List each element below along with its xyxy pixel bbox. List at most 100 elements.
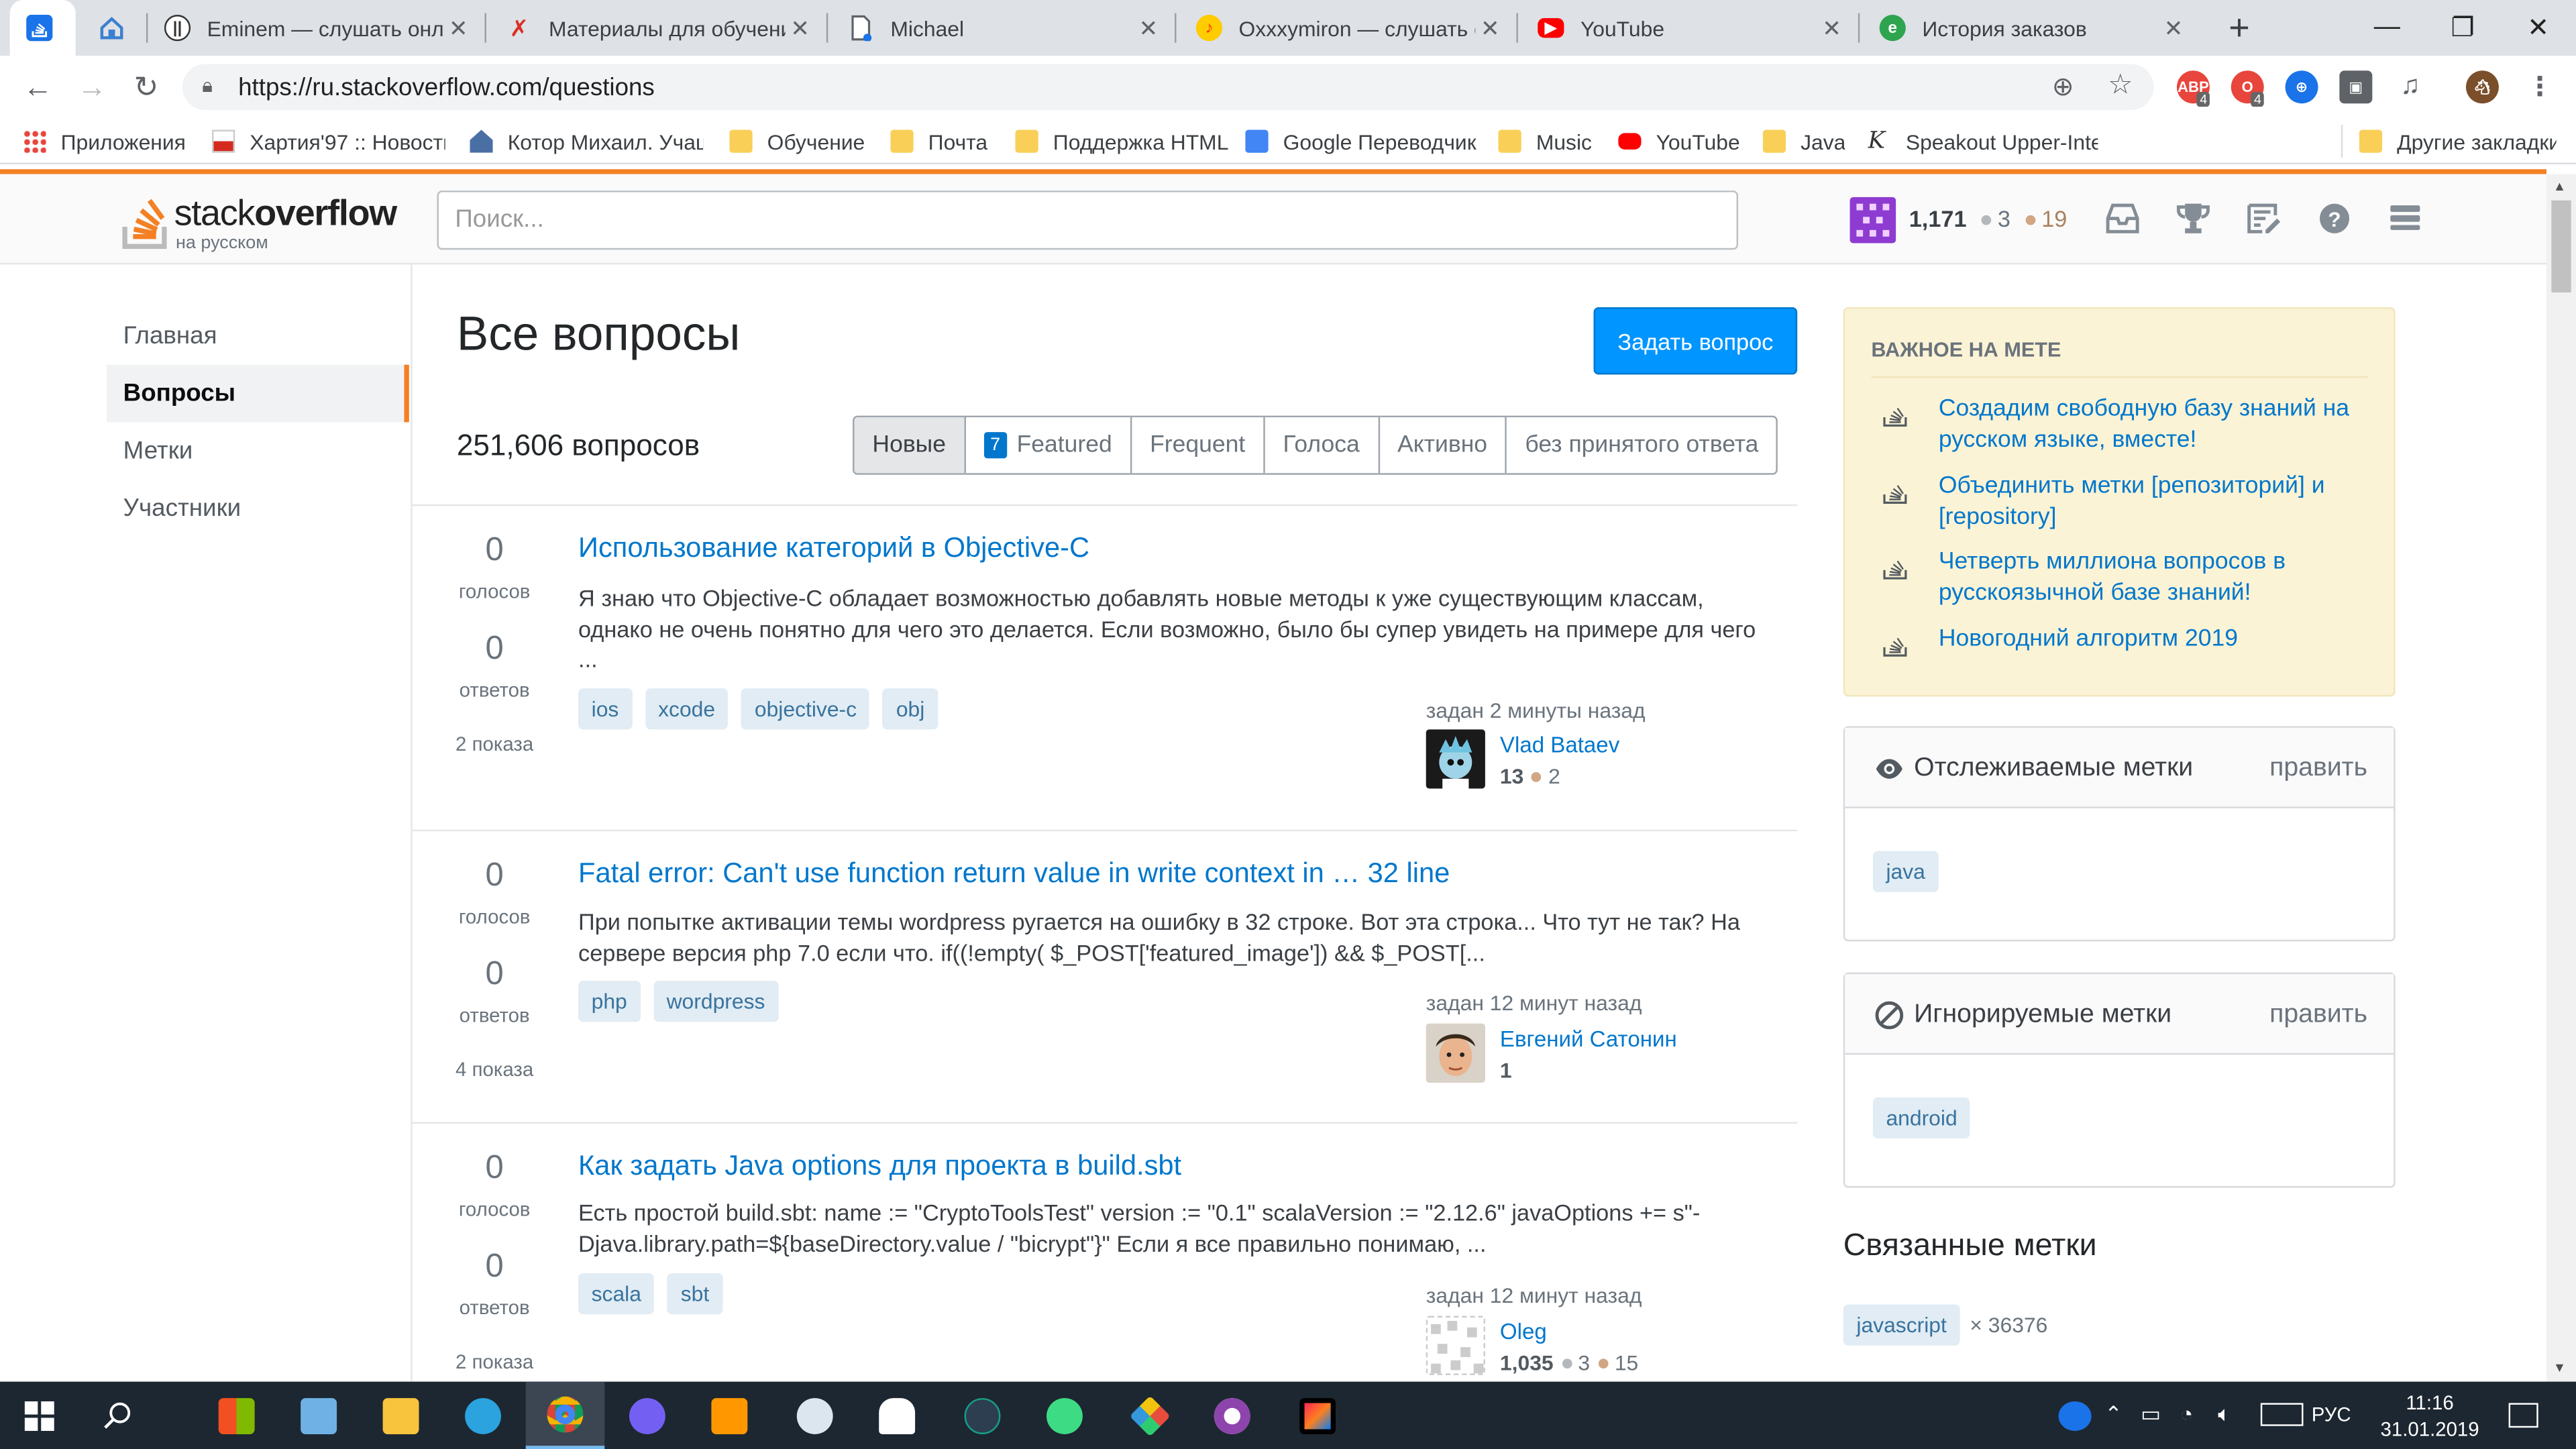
user-name[interactable]: Евгений Сатонин — [1500, 1027, 1677, 1052]
site-switcher-icon[interactable] — [2385, 199, 2425, 238]
bookmark-youtube[interactable]: YouTube — [1618, 127, 1741, 156]
tag[interactable]: ios — [578, 688, 632, 730]
taskbar-3d[interactable] — [279, 1382, 358, 1449]
tab-eminem[interactable]: || Eminem — слушать онлайн ✕ — [148, 0, 486, 56]
bookmark-kotor[interactable]: Котор Михаил. Учащ... — [470, 127, 703, 156]
taskbar-app-hand[interactable] — [857, 1382, 936, 1449]
menu-kebab-icon[interactable]: ⋮ — [2524, 70, 2557, 103]
close-tab-icon[interactable]: ✕ — [2159, 14, 2188, 42]
nav-home[interactable]: Главная — [107, 307, 409, 365]
taskbar-store[interactable] — [197, 1382, 276, 1449]
bookmark-folder-pochta[interactable]: Почта — [890, 127, 1005, 156]
taskbar-telegram[interactable] — [443, 1382, 523, 1449]
user-avatar[interactable] — [1426, 1023, 1485, 1083]
bookmark-folder-java[interactable]: Java — [1762, 127, 1845, 156]
tag[interactable]: javascript — [1843, 1304, 1960, 1346]
help-icon[interactable]: ? — [2315, 199, 2355, 238]
taskbar-app-cloud[interactable] — [775, 1382, 855, 1449]
search-input[interactable]: Поиск... — [437, 191, 1739, 250]
meta-item[interactable]: Четверть миллиона вопросов в русскоязычн… — [1939, 547, 2369, 608]
user-avatar[interactable] — [1849, 197, 1896, 244]
bookmark-speakout[interactable]: K Speakout Upper-Inter... — [1868, 127, 2098, 156]
volume-icon[interactable]: 🔈︎ — [2218, 1401, 2231, 1428]
filter-votes[interactable]: Голоса — [1263, 417, 1378, 474]
achievements-trophy-icon[interactable] — [2174, 199, 2213, 238]
vpn-globe-icon[interactable]: ⊕ — [2285, 70, 2318, 104]
meta-item[interactable]: Новогодний алгоритм 2019 — [1939, 625, 2369, 655]
address-bar[interactable]: 🔒︎ https://ru.stackoverflow.com/question… — [182, 64, 2154, 111]
inbox-icon[interactable] — [2103, 199, 2143, 238]
tab-materials[interactable]: ✗ Материалы для обучения ✕ — [490, 0, 828, 56]
question-title[interactable]: Как задать Java options для проекта в bu… — [578, 1150, 1181, 1183]
taskbar-explorer[interactable] — [362, 1382, 441, 1449]
tag[interactable]: android — [1872, 1097, 1971, 1139]
clock[interactable]: 11:16 31.01.2019 — [2361, 1390, 2499, 1442]
maximize-button[interactable]: ❐ — [2425, 0, 2501, 56]
profile-avatar[interactable]: 🐴︎ — [2465, 70, 2499, 104]
tag[interactable]: wordpress — [653, 981, 779, 1022]
back-button[interactable]: ← — [13, 62, 62, 111]
review-queue-icon[interactable] — [2244, 199, 2284, 238]
user-name[interactable]: Vlad Bataev — [1500, 733, 1619, 757]
network-icon[interactable]: ▭ — [2141, 1401, 2161, 1428]
wifi-icon[interactable]: ◔ — [2180, 1401, 2193, 1426]
tag[interactable]: java — [1872, 851, 1939, 892]
taskbar-sublime[interactable] — [690, 1382, 769, 1449]
bookmark-other[interactable]: Другие закладки — [2359, 127, 2557, 156]
bookmark-star-icon[interactable]: ☆ — [2108, 69, 2133, 102]
tab-orders[interactable]: e История заказов ✕ — [1863, 0, 2201, 56]
question-title[interactable]: Использование категорий в Objective-C — [578, 532, 1089, 565]
close-tab-icon[interactable]: ✕ — [443, 14, 473, 42]
taskbar-nox[interactable] — [943, 1382, 1022, 1449]
taskbar-android-studio[interactable] — [1025, 1382, 1104, 1449]
keyboard-icon[interactable] — [2260, 1403, 2304, 1426]
bookmark-google-translate[interactable]: Google Переводчик — [1245, 127, 1483, 156]
meta-item[interactable]: Создадим свободную базу знаний на русско… — [1939, 394, 2369, 455]
close-tab-icon[interactable]: ✕ — [786, 14, 815, 42]
nav-tags[interactable]: Метки — [107, 422, 409, 480]
new-tab-button[interactable]: + — [2218, 7, 2261, 50]
taskbar-github[interactable] — [1193, 1382, 1272, 1449]
scroll-down-icon[interactable]: ▼ — [2553, 1360, 2566, 1375]
bookmark-folder-html[interactable]: Поддержка HTML — [1015, 127, 1228, 156]
nav-questions[interactable]: Вопросы — [107, 364, 409, 423]
help-tray-icon[interactable] — [2058, 1401, 2092, 1432]
music-icon[interactable]: ♫ — [2394, 70, 2426, 103]
page-scrollbar[interactable]: ▲ ▼ — [2546, 174, 2576, 1382]
user-name[interactable]: Oleg — [1500, 1320, 1547, 1344]
user-avatar[interactable] — [1426, 1316, 1485, 1375]
zoom-icon[interactable]: ⊕ — [2052, 70, 2074, 103]
nav-users[interactable]: Участники — [107, 480, 409, 537]
scroll-up-icon[interactable]: ▲ — [2553, 179, 2566, 194]
minimize-button[interactable]: — — [2349, 0, 2425, 56]
taskbar-intellij[interactable] — [1278, 1382, 1357, 1449]
filter-frequent[interactable]: Frequent — [1130, 417, 1263, 474]
bookmark-charter97[interactable]: Хартия'97 :: Новости — [211, 127, 445, 156]
tag[interactable]: sbt — [667, 1273, 722, 1315]
user-avatar[interactable] — [1426, 729, 1485, 789]
shield-icon[interactable]: ▣ — [2339, 70, 2373, 104]
bookmark-apps[interactable]: Приложения — [23, 127, 195, 156]
tag[interactable]: scala — [578, 1273, 655, 1315]
tag[interactable]: objective-c — [741, 688, 870, 730]
taskbar-gitkraken[interactable] — [1111, 1382, 1190, 1449]
edit-watched-link[interactable]: править — [2269, 754, 2367, 784]
site-logo[interactable]: stackoverflow на русском — [121, 184, 409, 256]
ask-question-button[interactable]: Задать вопрос — [1593, 307, 1798, 375]
edit-ignored-link[interactable]: править — [2269, 1000, 2367, 1030]
forward-button[interactable]: → — [67, 62, 116, 111]
filter-featured[interactable]: 7 Featured — [963, 417, 1130, 474]
filter-newest[interactable]: Новые — [854, 417, 964, 474]
tag[interactable]: php — [578, 981, 641, 1022]
taskbar-chrome[interactable] — [525, 1381, 605, 1449]
bookmark-folder-obuchenie[interactable]: Обучение — [729, 127, 877, 156]
close-tab-icon[interactable]: ✕ — [1134, 14, 1163, 42]
bookmark-folder-music[interactable]: Music — [1498, 127, 1597, 156]
filter-active[interactable]: Активно — [1377, 417, 1505, 474]
tab-home[interactable] — [82, 0, 148, 56]
notifications-icon[interactable] — [2508, 1403, 2538, 1428]
start-button[interactable] — [0, 1382, 79, 1449]
tab-michael[interactable]: Michael ✕ — [831, 0, 1177, 56]
tag[interactable]: xcode — [645, 688, 729, 730]
question-title[interactable]: Fatal error: Can't use function return v… — [578, 857, 1450, 890]
